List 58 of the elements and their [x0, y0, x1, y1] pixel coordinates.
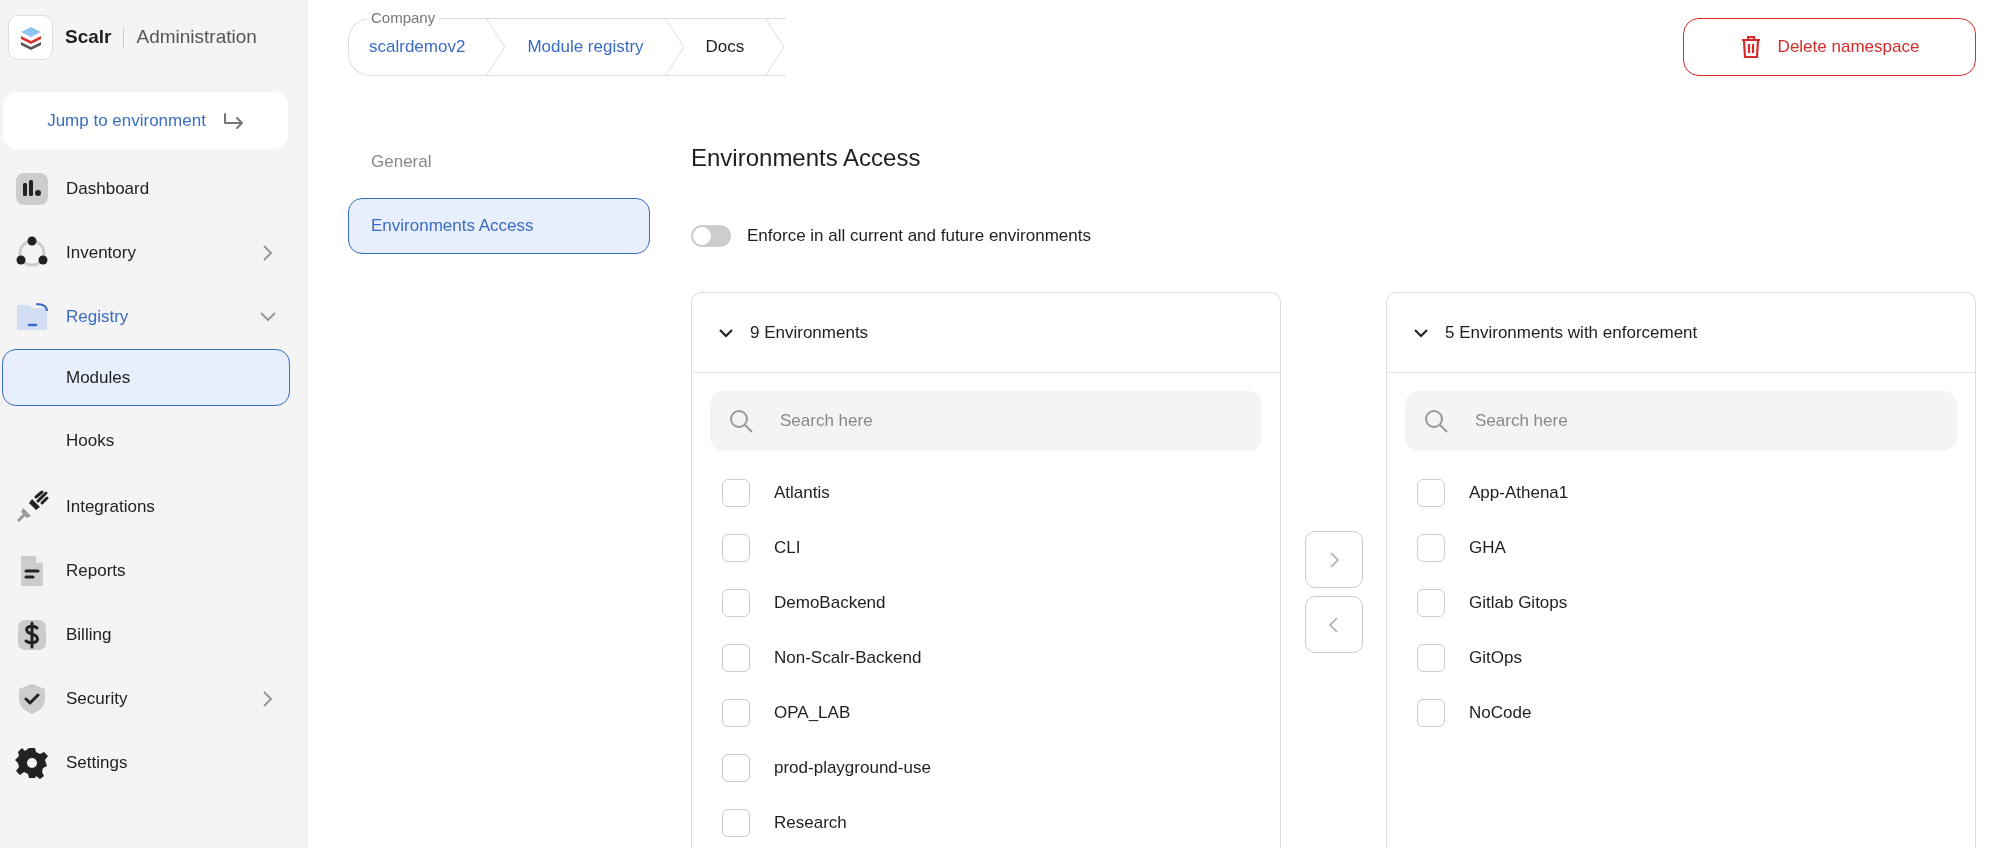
sidebar-item[interactable]: Billing [0, 603, 308, 667]
toggle-label: Enforce in all current and future environments [747, 224, 1091, 247]
checkbox[interactable] [1417, 588, 1445, 617]
checkbox[interactable] [1417, 643, 1445, 672]
environment-name: NoCode [1469, 702, 1532, 725]
panel-header[interactable]: 5 Environments with enforcement [1387, 293, 1975, 374]
sidebar-item[interactable]: Reports [0, 539, 308, 603]
jump-button[interactable]: Jump to environment [3, 92, 288, 149]
sidebar-item[interactable]: Registry [0, 285, 308, 349]
search-icon [1423, 408, 1449, 435]
sidebar-item[interactable]: Security [0, 667, 308, 731]
checkbox[interactable] [1417, 533, 1445, 562]
delete-button[interactable]: Delete namespace [1683, 18, 1976, 76]
checkbox[interactable] [1417, 698, 1445, 727]
divider-line [123, 27, 125, 48]
breadcrumb-link[interactable]: Docs [685, 34, 765, 60]
turn-arrow-icon [221, 111, 244, 130]
environment-name: GHA [1469, 537, 1506, 560]
environment-name: OPA_LAB [774, 702, 851, 725]
plug-icon [14, 489, 50, 525]
environment-name: App-Athena1 [1469, 482, 1569, 505]
sidebar-subitem[interactable]: Modules [2, 349, 290, 406]
search-field[interactable]: Search here [710, 391, 1262, 452]
breadcrumb-link[interactable]: scalrdemov2 [349, 34, 486, 60]
search-field[interactable]: Search here [1405, 391, 1957, 452]
checkbox[interactable] [722, 753, 750, 782]
search-icon [728, 408, 754, 435]
trash-icon [1739, 35, 1762, 59]
checkbox[interactable] [722, 478, 750, 507]
breadcrumb-link[interactable]: Module registry [507, 34, 664, 60]
brand-name: Scalr [65, 25, 112, 50]
environment-name: Non-Scalr-Backend [774, 647, 922, 670]
settings-tab[interactable]: Environments Access [348, 198, 650, 254]
checkbox[interactable] [1417, 478, 1445, 507]
settings-icon [14, 745, 50, 781]
panel-header[interactable]: 9 Environments [692, 293, 1280, 374]
checkbox[interactable] [722, 808, 750, 837]
checkbox[interactable] [722, 588, 750, 617]
bar-chart-icon [14, 171, 50, 207]
sidebar-subitem[interactable]: Hooks [2, 412, 290, 469]
sidebar-item[interactable]: Integrations [0, 475, 308, 539]
checkbox[interactable] [722, 698, 750, 727]
checkbox[interactable] [722, 533, 750, 562]
settings-tab[interactable]: General [348, 134, 650, 190]
sidebar-item[interactable]: Settings [0, 731, 308, 795]
environment-name: DemoBackend [774, 592, 886, 615]
toggle-switch[interactable] [691, 224, 731, 247]
environment-name: Research [774, 812, 847, 835]
checkbox[interactable] [722, 643, 750, 672]
environment-name: Atlantis [774, 482, 830, 505]
environment-name: Gitlab Gitops [1469, 592, 1568, 615]
section-title: Administration [136, 25, 257, 50]
environment-name: prod-playground-use [774, 757, 931, 780]
sidebar-item[interactable]: Dashboard [0, 157, 308, 221]
environment-name: CLI [774, 537, 801, 560]
environment-name: GitOps [1469, 647, 1522, 670]
section-heading: Environments Access [691, 144, 922, 173]
sidebar-item[interactable]: Inventory [0, 221, 308, 285]
